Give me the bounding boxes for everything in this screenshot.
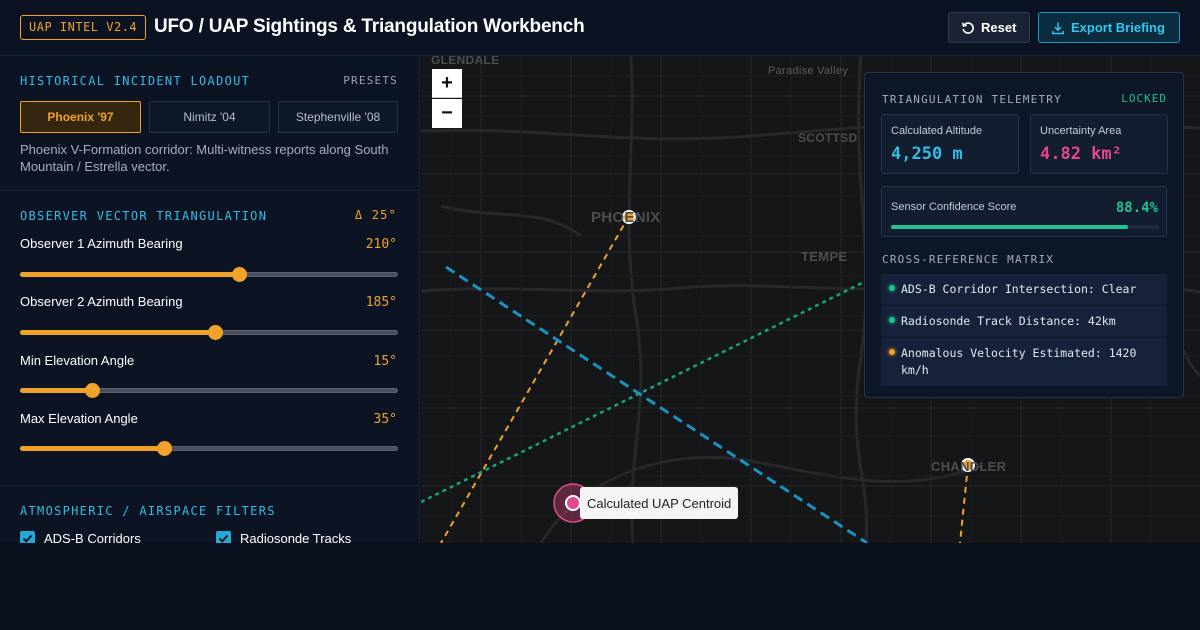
observer1-azimuth-slider[interactable] <box>20 267 398 282</box>
slider-fill <box>20 272 239 277</box>
status-dot-icon <box>889 285 895 291</box>
city-label-tempe: TEMPE <box>801 249 848 264</box>
uncertainty-label: Uncertainty Area <box>1040 125 1122 137</box>
city-label-scottsdale: SCOTTSD <box>798 131 858 145</box>
max-elevation-label: Max Elevation Angle <box>20 411 138 426</box>
filter-label: ADS-B Corridors <box>44 531 141 543</box>
preset-nimitz-04[interactable]: Nimitz '04 <box>149 101 270 133</box>
checkbox-checked-icon[interactable] <box>216 531 231 543</box>
city-label-glendale: GLENDALE <box>431 56 500 67</box>
zoom-in-button[interactable]: + <box>432 69 462 98</box>
zoom-out-button[interactable]: − <box>432 99 462 128</box>
status-dot-icon <box>889 349 895 355</box>
min-elevation-label: Min Elevation Angle <box>20 353 135 368</box>
slider-thumb[interactable] <box>85 383 101 398</box>
city-label-phoenix: PHOENIX <box>591 209 661 226</box>
xref-item: Radiosonde Track Distance: 42km <box>881 306 1167 337</box>
confidence-card: Sensor Confidence Score 88.4% <box>881 186 1167 237</box>
uncertainty-card: Uncertainty Area 4.82 km² <box>1030 114 1168 174</box>
preset-description: Phoenix V-Formation corridor: Multi-witn… <box>20 142 389 174</box>
lock-status-badge: LOCKED <box>1121 92 1167 105</box>
observer2-azimuth-value: 185° <box>365 295 397 310</box>
observer1-azimuth-value: 210° <box>365 237 397 252</box>
section-divider <box>0 190 419 191</box>
delta-readout: Δ 25° <box>354 208 397 222</box>
confidence-bar <box>891 225 1159 229</box>
status-dot-icon <box>889 317 895 323</box>
page-title: UFO / UAP Sightings & Triangulation Work… <box>154 16 585 37</box>
filter-label: Radiosonde Tracks <box>240 531 352 543</box>
confidence-label: Sensor Confidence Score <box>891 201 1017 213</box>
export-label: Export Briefing <box>1071 20 1165 35</box>
min-elevation-value: 15° <box>373 354 397 369</box>
centroid-tooltip: Calculated UAP Centroid <box>580 487 739 519</box>
app-header: UAP INTEL V2.4 UFO / UAP Sightings & Tri… <box>0 0 1200 56</box>
telemetry-panel: TRIANGULATION TELEMETRY LOCKED Calculate… <box>864 72 1184 398</box>
preset-phoenix-97[interactable]: Phoenix '97 <box>20 101 141 133</box>
city-label-paradise-valley: Paradise Valley <box>768 65 849 77</box>
confidence-bar-fill <box>891 225 1128 229</box>
xref-title: CROSS-REFERENCE MATRIX <box>882 253 1055 266</box>
filters-title: ATMOSPHERIC / AIRSPACE FILTERS <box>20 504 276 518</box>
version-badge: UAP INTEL V2.4 <box>20 15 147 40</box>
reset-icon <box>961 21 974 34</box>
xref-item: Anomalous Velocity Estimated: 1420 km/h <box>881 338 1167 386</box>
observer1-azimuth-label: Observer 1 Azimuth Bearing <box>20 236 183 251</box>
observer2-azimuth-slider[interactable] <box>20 325 398 340</box>
slider-fill <box>20 330 214 335</box>
download-icon <box>1052 22 1064 34</box>
export-briefing-button[interactable]: Export Briefing <box>1038 12 1180 43</box>
section-divider <box>0 485 419 486</box>
telemetry-title: TRIANGULATION TELEMETRY <box>882 93 1062 106</box>
slider-thumb[interactable] <box>232 267 248 282</box>
preset-stephenville-08[interactable]: Stephenville '08 <box>278 101 398 133</box>
control-sidebar: HISTORICAL INCIDENT LOADOUT PRESETS Phoe… <box>0 56 420 543</box>
triangulation-title: OBSERVER VECTOR TRIANGULATION <box>20 209 268 223</box>
max-elevation-slider[interactable] <box>20 441 398 456</box>
confidence-value: 88.4% <box>1115 200 1158 216</box>
presets-label: PRESETS <box>343 74 398 87</box>
checkbox-checked-icon[interactable] <box>20 531 35 543</box>
altitude-card: Calculated Altitude 4,250 m <box>881 114 1019 174</box>
observer2-azimuth-label: Observer 2 Azimuth Bearing <box>20 294 183 309</box>
city-label-chandler: CHANDLER <box>931 459 1007 474</box>
slider-fill <box>20 446 163 451</box>
altitude-value: 4,250 m <box>891 144 963 164</box>
uncertainty-value: 4.82 km² <box>1040 144 1122 164</box>
filter-radiosonde-tracks[interactable]: Radiosonde Tracks <box>216 531 351 543</box>
min-elevation-slider[interactable] <box>20 383 398 398</box>
reset-button[interactable]: Reset <box>948 12 1030 43</box>
slider-thumb[interactable] <box>207 325 223 340</box>
loadout-title: HISTORICAL INCIDENT LOADOUT <box>20 74 251 88</box>
slider-thumb[interactable] <box>156 441 172 456</box>
reset-label: Reset <box>981 20 1017 35</box>
slider-fill <box>20 388 92 393</box>
max-elevation-value: 35° <box>373 412 397 427</box>
xref-item: ADS-B Corridor Intersection: Clear <box>881 274 1167 305</box>
filter-adsb-corridors[interactable]: ADS-B Corridors <box>20 531 141 543</box>
altitude-label: Calculated Altitude <box>891 125 983 137</box>
